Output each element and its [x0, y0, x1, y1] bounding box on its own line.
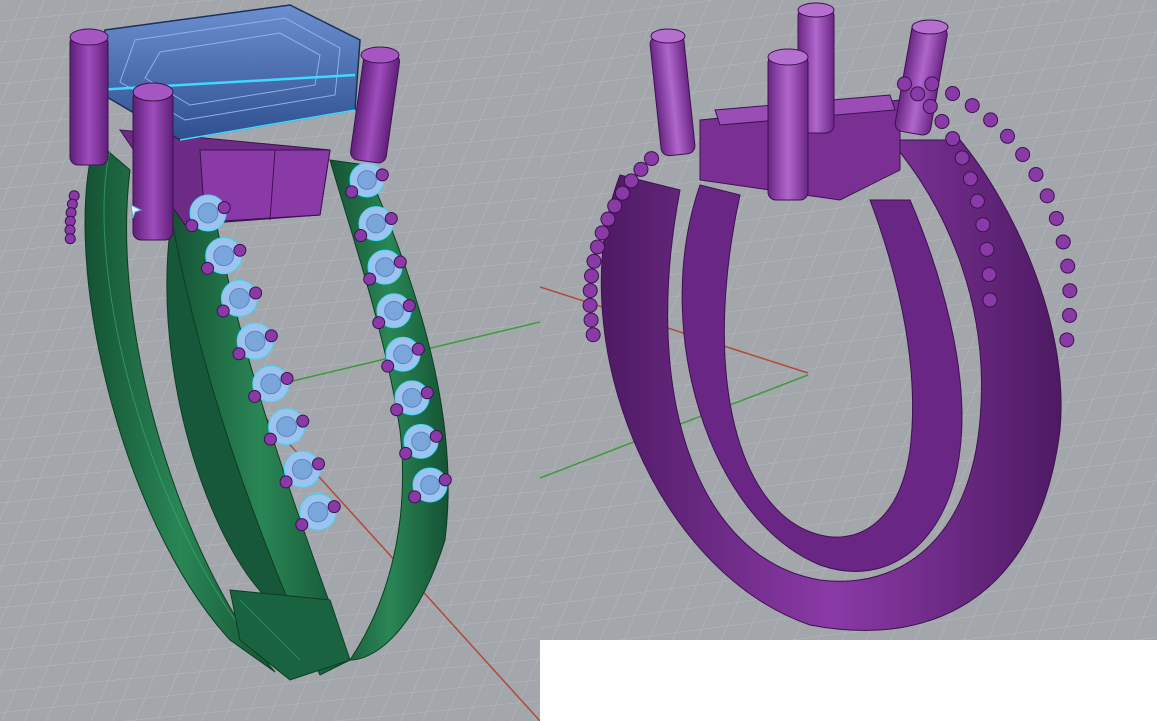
- bead-prong: [263, 432, 277, 446]
- bead-prong: [438, 473, 452, 487]
- bead-prong: [411, 342, 425, 356]
- bead-prong: [216, 304, 230, 318]
- prong-back-left[interactable]: [69, 28, 109, 166]
- bead: [64, 233, 76, 245]
- viewport-left[interactable]: [0, 0, 540, 721]
- bead: [934, 113, 950, 129]
- bead: [1062, 307, 1078, 323]
- bead-prong: [232, 347, 246, 361]
- bead: [607, 198, 623, 214]
- bead-prong: [217, 201, 231, 215]
- accent-stone-table: [393, 344, 413, 365]
- bead: [644, 151, 660, 167]
- bead-prong: [249, 286, 263, 300]
- bead-prong: [393, 255, 407, 269]
- bead: [945, 131, 961, 147]
- bead: [582, 283, 598, 299]
- bead-prong: [372, 316, 386, 330]
- bead: [1048, 210, 1064, 226]
- bead-prong: [399, 446, 413, 460]
- bead-prong: [429, 429, 443, 443]
- bead: [982, 292, 998, 308]
- bead-prong: [280, 371, 294, 385]
- bead: [584, 268, 600, 284]
- accent-stone-table: [197, 202, 219, 224]
- accent-stone-table: [291, 458, 313, 480]
- bead: [1060, 258, 1076, 274]
- accent-stone-table: [384, 300, 404, 321]
- accent-stone-table: [276, 416, 297, 437]
- bead-prong: [402, 299, 416, 313]
- bead: [924, 76, 940, 92]
- viewport-right-canvas[interactable]: [540, 0, 1157, 640]
- bead: [633, 161, 649, 177]
- bead: [896, 76, 912, 92]
- accent-stone-table: [260, 373, 282, 395]
- accent-stone-table: [307, 501, 329, 523]
- bead: [583, 312, 599, 328]
- bead: [922, 99, 938, 115]
- bead: [585, 327, 601, 343]
- bead: [623, 173, 639, 189]
- bead: [975, 217, 991, 233]
- bead-prong: [296, 414, 310, 428]
- bead: [954, 150, 970, 166]
- bead: [979, 241, 995, 257]
- bead-prong: [363, 272, 377, 286]
- accent-stone-table: [402, 388, 422, 408]
- bead: [962, 171, 978, 187]
- bead-prong: [354, 228, 368, 242]
- bead: [999, 128, 1015, 144]
- bead: [983, 112, 999, 128]
- bead-prong: [201, 261, 215, 275]
- bead: [945, 86, 961, 102]
- bead-prong: [390, 403, 404, 417]
- accent-stone-table: [420, 475, 440, 495]
- bead-prong: [264, 329, 278, 343]
- bead-prong: [408, 490, 422, 504]
- accent-stone-table: [357, 170, 377, 190]
- bead: [586, 253, 602, 269]
- bead-prong: [279, 475, 293, 489]
- bead: [1059, 332, 1075, 348]
- bead: [969, 193, 985, 209]
- bead-prong: [381, 359, 395, 373]
- bead: [582, 297, 598, 313]
- accent-stone-table: [366, 213, 386, 234]
- accent-stone-table: [244, 330, 266, 352]
- bead: [615, 185, 631, 201]
- bead: [1028, 166, 1044, 182]
- bead: [1015, 147, 1031, 163]
- bead-prong: [420, 386, 434, 400]
- bead-prong: [185, 219, 199, 233]
- bead: [594, 225, 610, 241]
- bead-prong: [233, 243, 247, 257]
- bead-prong: [384, 211, 398, 225]
- accent-stone-table: [229, 288, 250, 309]
- bead: [964, 98, 980, 114]
- bead: [1055, 234, 1071, 250]
- viewport-left-canvas[interactable]: [0, 0, 540, 721]
- bead: [1062, 283, 1078, 299]
- empty-panel: [540, 640, 1157, 721]
- prong-right-front[interactable]: [767, 48, 809, 201]
- bead-prong: [375, 168, 389, 182]
- accent-stone-table: [375, 257, 395, 277]
- accent-stone-table: [213, 245, 235, 267]
- bead-prong: [248, 389, 262, 403]
- prong-front-left[interactable]: [132, 82, 174, 241]
- bead-prong: [345, 185, 359, 199]
- bead-prong: [327, 500, 341, 514]
- accent-stone-table: [411, 431, 431, 452]
- viewport-right[interactable]: [540, 0, 1157, 640]
- bead-prong: [295, 518, 309, 532]
- bead-prong: [311, 457, 325, 471]
- bead: [1039, 188, 1055, 204]
- bead: [590, 239, 606, 255]
- bead: [600, 211, 616, 227]
- bead: [910, 86, 926, 102]
- bead: [981, 267, 997, 283]
